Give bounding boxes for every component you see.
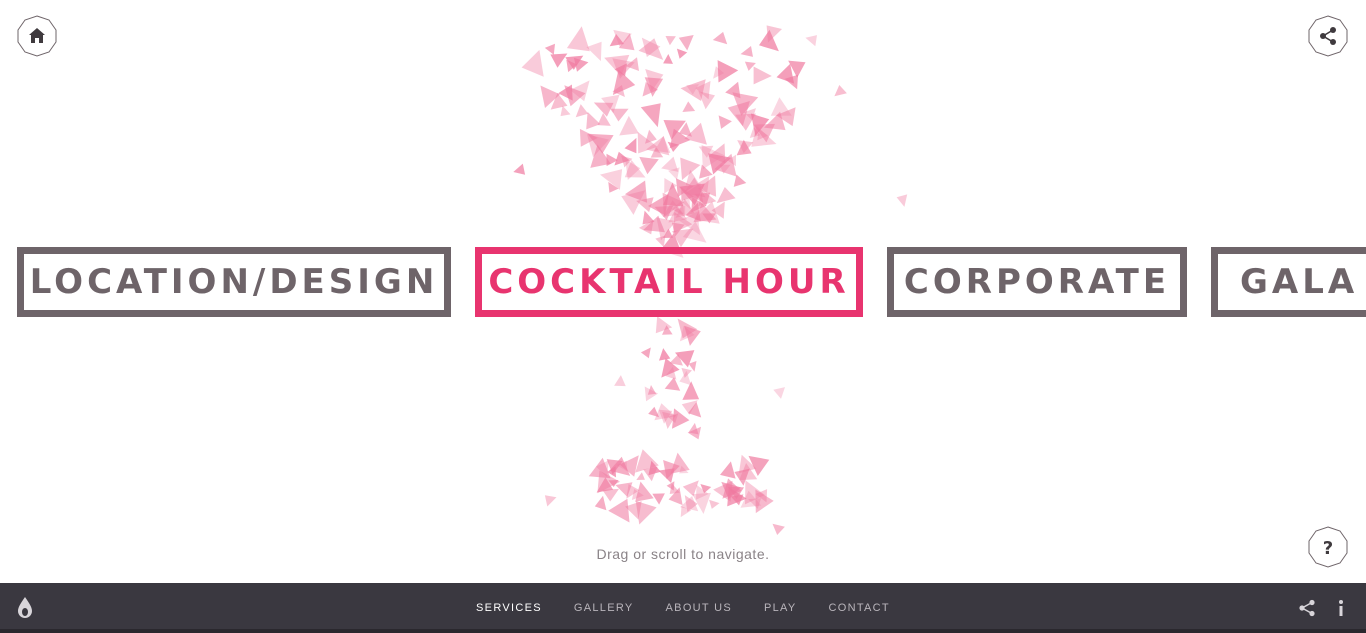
- category-label: GALA E: [1240, 262, 1366, 302]
- category-label: COCKTAIL HOUR: [488, 262, 850, 302]
- particle-triangle: [608, 498, 630, 523]
- particle-triangle: [733, 174, 747, 187]
- particle-triangle: [648, 193, 669, 216]
- particle-triangle: [594, 495, 607, 511]
- category-gala[interactable]: GALA E: [1211, 247, 1366, 317]
- particle-triangle: [640, 103, 661, 128]
- particle-triangle: [772, 523, 785, 535]
- nav-services[interactable]: SERVICES: [460, 602, 558, 614]
- nav-contact[interactable]: CONTACT: [813, 602, 906, 614]
- particle-triangle: [610, 108, 629, 122]
- particle-triangle: [652, 493, 665, 505]
- particle-triangle: [676, 48, 688, 59]
- nav-about-us[interactable]: ABOUT US: [650, 602, 748, 614]
- particle-triangle: [753, 66, 772, 85]
- particle-triangle: [672, 408, 690, 429]
- category-corporate[interactable]: CORPORATE: [887, 247, 1187, 317]
- info-icon[interactable]: [1334, 599, 1348, 617]
- footer-nav: SERVICES GALLERY ABOUT US PLAY CONTACT: [0, 583, 1366, 633]
- particle-triangle: [645, 129, 657, 144]
- particle-triangle: [614, 375, 626, 387]
- particle-triangle: [639, 156, 659, 175]
- particle-triangle: [665, 36, 676, 46]
- particle-triangle: [597, 113, 611, 126]
- particle-triangle: [624, 137, 637, 154]
- particle-triangle: [773, 387, 785, 399]
- particle-triangle: [575, 104, 589, 118]
- home-button[interactable]: [16, 15, 58, 57]
- particle-triangle: [740, 46, 753, 57]
- category-label: LOCATION/DESIGN: [29, 262, 439, 302]
- particle-triangle: [560, 105, 571, 117]
- share-icon[interactable]: [1298, 599, 1316, 617]
- particle-triangle: [718, 115, 732, 129]
- particle-triangle: [566, 26, 590, 52]
- particle-triangle: [664, 377, 681, 391]
- particle-triangle: [659, 348, 671, 361]
- particle-triangle: [834, 85, 847, 97]
- services-stage[interactable]: ? LOCATION/DESIGN COCKTAIL HOUR CORPORAT…: [0, 0, 1366, 583]
- particle-triangle: [521, 49, 544, 77]
- particle-triangle: [709, 499, 720, 509]
- particle-triangle: [663, 54, 673, 64]
- share-icon: [1308, 15, 1348, 57]
- particle-triangle: [648, 406, 660, 418]
- particle-triangle: [550, 53, 568, 68]
- particle-triangle: [712, 31, 728, 45]
- particle-triangle: [682, 381, 700, 400]
- particle-triangle: [678, 35, 694, 51]
- particle-triangle: [682, 101, 696, 112]
- nav-play[interactable]: PLAY: [748, 602, 813, 614]
- particle-triangle: [805, 35, 817, 47]
- particle-triangle: [766, 25, 782, 43]
- navigation-hint: Drag or scroll to navigate.: [596, 546, 770, 562]
- particle-triangle: [661, 156, 679, 172]
- home-icon: [17, 15, 57, 57]
- particle-triangle: [638, 38, 664, 60]
- particle-triangle: [720, 461, 736, 479]
- category-label: CORPORATE: [903, 262, 1171, 302]
- particle-triangle: [636, 472, 645, 480]
- particle-triangle: [640, 347, 651, 359]
- category-location-design[interactable]: LOCATION/DESIGN: [17, 247, 451, 317]
- category-cocktail-hour[interactable]: COCKTAIL HOUR: [475, 247, 863, 317]
- particle-triangle: [513, 163, 526, 175]
- particle-triangle: [586, 111, 601, 130]
- nav-gallery[interactable]: GALLERY: [558, 602, 650, 614]
- particle-triangle: [725, 81, 741, 99]
- particle-triangle: [716, 187, 736, 204]
- particle-triangle: [619, 115, 639, 136]
- particle-triangle: [770, 97, 792, 116]
- footer-bottom-line: [0, 629, 1366, 633]
- particle-triangle: [544, 495, 557, 507]
- footer-bar: SERVICES GALLERY ABOUT US PLAY CONTACT: [0, 583, 1366, 633]
- particle-triangle: [544, 43, 555, 55]
- particle-triangle: [586, 41, 602, 62]
- particle-triangle: [896, 194, 908, 207]
- share-button[interactable]: [1307, 15, 1349, 57]
